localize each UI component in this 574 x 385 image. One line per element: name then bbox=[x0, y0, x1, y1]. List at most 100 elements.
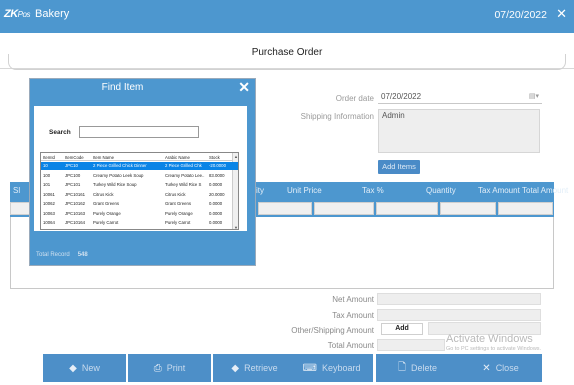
table-cell: Purely Orange bbox=[93, 210, 121, 216]
table-cell: Turkey Wild Rice S bbox=[165, 182, 202, 187]
find-item-close-icon[interactable]: ✕ bbox=[238, 79, 250, 96]
search-input[interactable] bbox=[79, 126, 199, 138]
table-cell: 10061 bbox=[43, 191, 55, 197]
table-cell: 83.0000 bbox=[209, 172, 225, 178]
add-other-amount-button[interactable]: Add bbox=[381, 323, 423, 335]
close-icon: ✕ bbox=[482, 362, 491, 374]
net-amount-field bbox=[377, 293, 541, 305]
app-logo: ZKPos bbox=[4, 8, 30, 20]
col-quantity: Quantity bbox=[426, 186, 456, 195]
table-cell: Turkey Wild Rice Soup bbox=[93, 182, 137, 187]
table-cell: 0.0000 bbox=[209, 201, 223, 206]
find-item-search-panel: Search ItemId ItemCode Item Name Arabic … bbox=[34, 106, 247, 231]
print-button[interactable]: ⎙ Print bbox=[128, 354, 211, 382]
table-cell: -20.0000 bbox=[209, 163, 226, 168]
add-items-button[interactable]: Add Items bbox=[378, 160, 420, 174]
table-cell: JPC10165 bbox=[65, 230, 92, 231]
header-date: 07/20/2022 bbox=[494, 9, 547, 21]
col-tax-amount: Tax Amount bbox=[478, 186, 520, 195]
table-header-row: ItemId ItemCode Item Name Arabic Name St… bbox=[41, 153, 238, 161]
col-qty-partial: ity bbox=[256, 186, 264, 195]
net-amount-label: Net Amount bbox=[332, 295, 374, 304]
table-row[interactable]: 10063 JPC10163 Purely Orange Purely Orange 0… bbox=[41, 209, 238, 217]
scroll-up-icon[interactable]: ▲ bbox=[234, 154, 238, 159]
table-cell: 0.0000 bbox=[209, 230, 233, 231]
grid-input-unit-price[interactable] bbox=[258, 202, 312, 215]
table-row[interactable]: 10062 JPC10162 Grant Greens Grant Greens 0.0… bbox=[41, 200, 238, 208]
order-date-field[interactable]: 07/20/2022 ▤▾ bbox=[378, 91, 542, 104]
header-divider bbox=[8, 54, 566, 70]
table-cell: 2 Piece Grilled Chick Dinner bbox=[93, 163, 147, 168]
search-label: Search bbox=[49, 129, 71, 136]
tax-amount-field bbox=[377, 309, 541, 321]
table-cell: JPC10161 bbox=[65, 191, 86, 197]
table-cell: JPC100 bbox=[65, 172, 81, 178]
col-item-name: Item Name bbox=[93, 154, 115, 160]
table-row[interactable]: 100 JPC100 Creamy Potato Leek Soup Creamy P… bbox=[41, 171, 238, 179]
table-cell: Purely Carrot bbox=[93, 220, 119, 225]
grid-input-total-amount[interactable] bbox=[498, 202, 553, 215]
keyboard-button[interactable]: ⌨ Keyboard bbox=[290, 354, 373, 382]
table-row[interactable]: 10061 JPC10161 Citrus Kick Citrus Kick 20.00… bbox=[41, 190, 238, 198]
order-date-label: Order date bbox=[335, 94, 374, 103]
document-icon: 🗋 bbox=[397, 361, 407, 373]
tax-amount-label: Tax Amount bbox=[332, 311, 374, 320]
grid-input-tax[interactable] bbox=[314, 202, 374, 215]
calendar-icon[interactable]: ▤▾ bbox=[529, 92, 539, 100]
delete-button[interactable]: 🗋 Delete bbox=[376, 354, 459, 382]
col-item-code: ItemCode bbox=[65, 154, 84, 160]
table-cell: JPC101 bbox=[65, 182, 81, 187]
table-cell: Creamy Potato Leek Soup bbox=[93, 172, 144, 178]
grid-input-quantity[interactable] bbox=[376, 202, 438, 215]
purchase-order-window: ZKPos Bakery 07/20/2022 ✕ Purchase Order… bbox=[0, 0, 574, 385]
table-row[interactable]: 10 JPC10 2 Piece Grilled Chick Dinner 2 Pie… bbox=[41, 161, 238, 170]
grid-input-tax-amount[interactable] bbox=[440, 202, 496, 215]
shipping-info-label: Shipping Information bbox=[300, 112, 374, 121]
table-cell: 100 bbox=[43, 172, 51, 178]
table-cell: 2 Piece Grilled Chk bbox=[165, 163, 202, 168]
col-item-id: ItemId bbox=[43, 154, 55, 160]
table-cell: JPC10163 bbox=[65, 210, 86, 216]
table-row[interactable]: 101 JPC101 Turkey Wild Rice Soup Turkey Wil… bbox=[41, 181, 238, 189]
table-cell: 101 bbox=[43, 182, 51, 187]
table-cell: Grant Greens bbox=[165, 201, 192, 206]
table-row[interactable]: 10064 JPC10164 Purely Carrot Purely Carrot 0… bbox=[41, 219, 238, 227]
table-cell: Citrus Kick bbox=[93, 191, 114, 197]
new-button[interactable]: ◆ New bbox=[43, 354, 126, 382]
shipping-info-field[interactable]: Admin bbox=[378, 109, 540, 153]
table-cell: 10063 bbox=[43, 210, 55, 216]
table-row[interactable]: 10065JPC10165Orange Carrot TwistOrange C… bbox=[41, 228, 238, 231]
find-item-body: Search ItemId ItemCode Item Name Arabic … bbox=[30, 97, 255, 265]
retrieve-button[interactable]: ◆ Retrieve bbox=[213, 354, 296, 382]
table-cell: 0.0000 bbox=[209, 182, 223, 187]
table-cell: Grant Greens bbox=[93, 201, 120, 206]
col-stock: Stock bbox=[209, 154, 220, 160]
window-close-icon[interactable]: ✕ bbox=[556, 6, 567, 22]
total-amount-label: Total Amount bbox=[327, 341, 374, 350]
table-cell: Orange Carrot Twist bbox=[93, 230, 163, 231]
col-total-amount: Total Amount bbox=[522, 186, 569, 195]
table-cell: 0.0000 bbox=[209, 220, 223, 225]
close-button[interactable]: ✕ Close bbox=[459, 354, 542, 382]
col-sl: Sl bbox=[13, 186, 21, 195]
table-cell: Citrus Kick bbox=[165, 191, 186, 197]
col-tax-percent: Tax % bbox=[362, 186, 384, 195]
table-cell: 10 bbox=[43, 163, 48, 168]
table-cell: Purely Orange bbox=[165, 210, 193, 216]
table-cell: Creamy Potato Lee.. bbox=[165, 172, 205, 178]
item-results-table: ItemId ItemCode Item Name Arabic Name St… bbox=[40, 152, 239, 230]
arrow-icon: ◆ bbox=[69, 362, 77, 374]
app-name: Bakery bbox=[35, 8, 70, 20]
table-cell: Orange Carrot Twist bbox=[165, 230, 209, 231]
table-cell: JPC10162 bbox=[65, 201, 86, 206]
find-item-title: Find Item bbox=[101, 82, 144, 93]
table-cell: 10064 bbox=[43, 220, 55, 225]
activate-windows-watermark: Activate Windows Go to PC settings to ac… bbox=[446, 333, 542, 352]
table-cell: JPC10 bbox=[65, 163, 78, 168]
find-item-title-bar: Find Item ✕ bbox=[30, 79, 255, 97]
table-cell: Purely Carrot bbox=[165, 220, 191, 225]
arrow-icon: ◆ bbox=[231, 362, 240, 374]
col-unit-price: Unit Price bbox=[287, 186, 322, 195]
table-cell: 20.0000 bbox=[209, 191, 225, 197]
keyboard-icon: ⌨ bbox=[302, 362, 317, 374]
